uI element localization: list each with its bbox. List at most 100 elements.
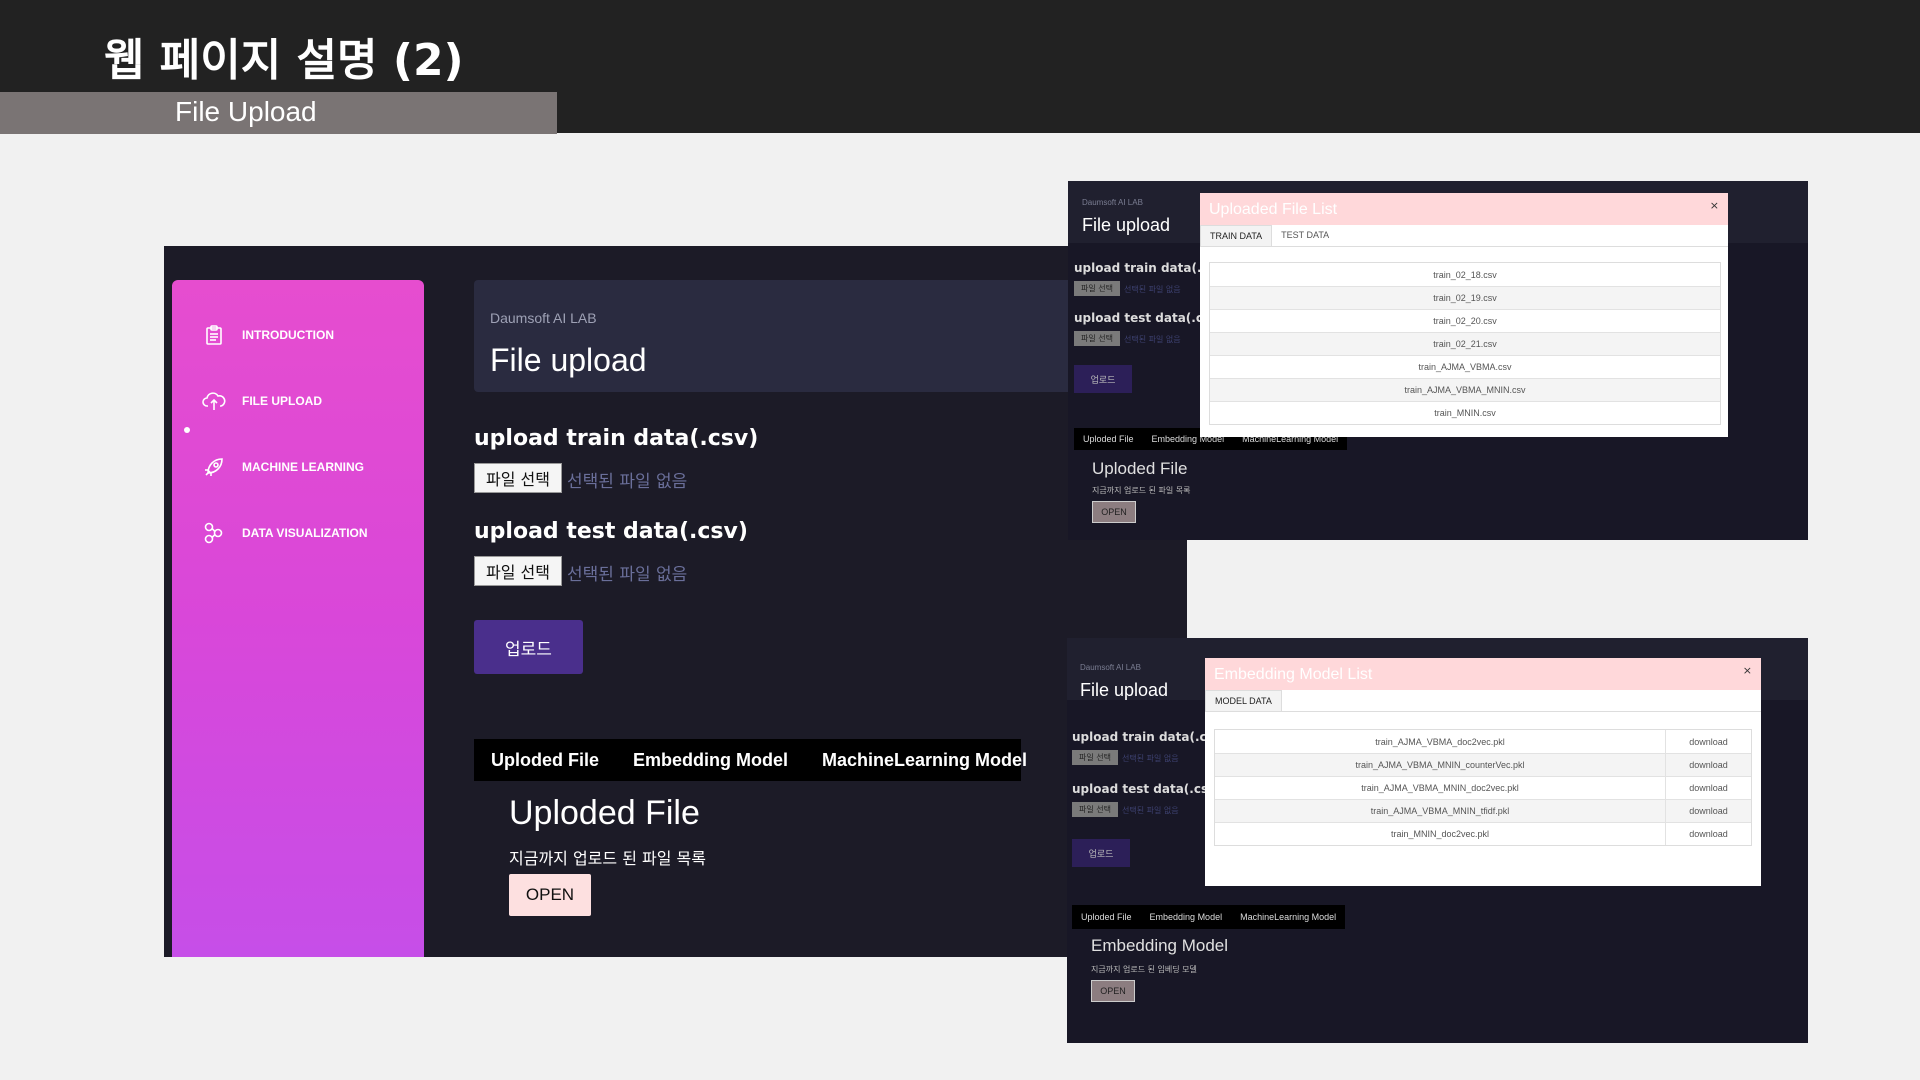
model-name: train_AJMA_VBMA_MNIN_tfidf.pkl xyxy=(1370,806,1510,816)
train-choose-file-button[interactable]: 파일 선택 xyxy=(474,463,562,493)
table-row[interactable]: train_02_21.csv xyxy=(1210,332,1720,355)
main-screenshot: INTRODUCTION FILE UPLOAD MACHINE LEARNIN… xyxy=(164,246,1187,957)
tab-machinelearning-model[interactable]: MachineLearning Model xyxy=(1231,912,1345,922)
test-upload-label: upload test data(.csv) xyxy=(474,519,748,544)
download-link[interactable]: download xyxy=(1665,730,1751,753)
file-name: train_AJMA_VBMA_MNIN.csv xyxy=(1404,385,1526,395)
brand-text: Daumsoft AI LAB xyxy=(1080,663,1141,672)
file-name: train_MNIN.csv xyxy=(1434,408,1496,418)
file-name: train_02_18.csv xyxy=(1433,269,1497,280)
active-indicator-dot xyxy=(184,427,190,433)
table-row: train_MNIN_doc2vec.pkl download xyxy=(1215,822,1751,845)
tabs-bar: Uploded File Embedding Model MachineLear… xyxy=(474,739,1027,781)
test-choose-file-button[interactable]: 파일 선택 xyxy=(1074,331,1120,346)
close-icon[interactable]: × xyxy=(1710,199,1719,212)
tab-test-data[interactable]: TEST DATA xyxy=(1272,225,1338,246)
train-upload-label: upload train data(.csv) xyxy=(474,426,759,451)
train-no-file-text: 선택된 파일 없음 xyxy=(1124,285,1181,294)
sidebar-item-label: MACHINE LEARNING xyxy=(242,460,364,474)
tab-uploaded-file[interactable]: Uploded File xyxy=(474,750,616,771)
section-title: Uploded File xyxy=(509,794,700,832)
upload-button[interactable]: 업로드 xyxy=(1072,839,1130,867)
open-button[interactable]: OPEN xyxy=(1092,501,1136,523)
upload-button[interactable]: 업로드 xyxy=(1074,365,1132,393)
page-title: File upload xyxy=(490,342,647,378)
tab-machinelearning-model[interactable]: MachineLearning Model xyxy=(805,750,1044,771)
cloud-upload-icon xyxy=(202,389,226,413)
sidebar-item-label: FILE UPLOAD xyxy=(242,394,322,408)
model-name: train_AJMA_VBMA_MNIN_counterVec.pkl xyxy=(1355,760,1525,770)
table-row[interactable]: train_MNIN.csv xyxy=(1210,401,1720,424)
table-row: train_AJMA_VBMA_MNIN_tfidf.pkl download xyxy=(1215,799,1751,822)
tabs-bar: Uploded File Embedding Model MachineLear… xyxy=(1072,905,1346,929)
embedding-model-list-modal: Embedding Model List × MODEL DATA train_… xyxy=(1205,658,1761,886)
table-row[interactable]: train_02_20.csv xyxy=(1210,309,1720,332)
table-row[interactable]: train_02_18.csv xyxy=(1210,263,1720,286)
train-upload-label: upload train data(.csv xyxy=(1072,730,1222,744)
test-upload-label: upload test data(.csv xyxy=(1072,782,1216,796)
modal-tabs: MODEL DATA xyxy=(1205,690,1761,712)
sidebar-item-label: DATA VISUALIZATION xyxy=(242,526,368,540)
uploaded-file-list-screenshot: Daumsoft AI LAB File upload upload train… xyxy=(1068,181,1808,540)
sidebar: INTRODUCTION FILE UPLOAD MACHINE LEARNIN… xyxy=(172,280,424,957)
train-choose-file-button[interactable]: 파일 선택 xyxy=(1072,750,1118,765)
test-no-file-text: 선택된 파일 없음 xyxy=(567,565,688,585)
sidebar-item-machine-learning[interactable]: MACHINE LEARNING xyxy=(202,452,364,482)
upload-button[interactable]: 업로드 xyxy=(474,620,583,674)
section-description: 지금까지 업로드 된 파일 목록 xyxy=(509,849,706,868)
test-no-file-text: 선택된 파일 없음 xyxy=(1124,335,1181,344)
table-row: train_AJMA_VBMA_MNIN_doc2vec.pkl download xyxy=(1215,776,1751,799)
sidebar-item-introduction[interactable]: INTRODUCTION xyxy=(202,320,334,350)
section-title: Embedding Model xyxy=(1091,936,1229,955)
tab-model-data[interactable]: MODEL DATA xyxy=(1205,690,1282,711)
open-button[interactable]: OPEN xyxy=(1091,980,1135,1002)
molecule-icon xyxy=(202,521,226,545)
close-icon[interactable]: × xyxy=(1743,664,1752,677)
modal-tabs: TRAIN DATA TEST DATA xyxy=(1200,225,1728,247)
model-list-table: train_AJMA_VBMA_doc2vec.pkl download trai… xyxy=(1214,729,1752,846)
modal-title: Embedding Model List xyxy=(1214,666,1373,683)
tab-train-data[interactable]: TRAIN DATA xyxy=(1200,225,1273,246)
brand-text: Daumsoft AI LAB xyxy=(1082,198,1143,207)
sidebar-item-data-visualization[interactable]: DATA VISUALIZATION xyxy=(202,518,368,548)
test-upload-label: upload test data(.csv xyxy=(1074,311,1218,325)
model-name: train_MNIN_doc2vec.pkl xyxy=(1390,829,1490,839)
tab-embedding-model[interactable]: Embedding Model xyxy=(616,750,805,771)
rocket-icon xyxy=(202,455,226,479)
file-list-table: train_02_18.csv train_02_19.csv train_02… xyxy=(1209,262,1721,425)
download-link[interactable]: download xyxy=(1665,754,1751,776)
uploaded-file-list-modal: Uploaded File List × TRAIN DATA TEST DAT… xyxy=(1200,193,1728,437)
file-name: train_02_19.csv xyxy=(1433,293,1497,303)
table-row: train_AJMA_VBMA_MNIN_counterVec.pkl downl… xyxy=(1215,753,1751,776)
page-title: File upload xyxy=(1080,680,1169,700)
test-choose-file-button[interactable]: 파일 선택 xyxy=(1072,802,1118,817)
test-choose-file-button[interactable]: 파일 선택 xyxy=(474,556,562,586)
open-button[interactable]: OPEN xyxy=(509,874,591,916)
tab-uploaded-file[interactable]: Uploded File xyxy=(1072,912,1141,922)
tab-embedding-model[interactable]: Embedding Model xyxy=(1141,912,1232,922)
table-row[interactable]: train_02_19.csv xyxy=(1210,286,1720,309)
train-no-file-text: 선택된 파일 없음 xyxy=(567,472,688,492)
download-link[interactable]: download xyxy=(1665,823,1751,845)
model-name: train_AJMA_VBMA_doc2vec.pkl xyxy=(1375,736,1505,747)
sidebar-item-file-upload[interactable]: FILE UPLOAD xyxy=(202,386,322,416)
download-link[interactable]: download xyxy=(1665,800,1751,822)
slide-title: 웹 페이지 설명 (2) xyxy=(104,35,464,86)
table-row: train_AJMA_VBMA_doc2vec.pkl download xyxy=(1215,730,1751,753)
file-name: train_AJMA_VBMA.csv xyxy=(1418,362,1512,372)
model-name: train_AJMA_VBMA_MNIN_doc2vec.pkl xyxy=(1361,783,1519,793)
table-row[interactable]: train_AJMA_VBMA_MNIN.csv xyxy=(1210,378,1720,401)
brand-text: Daumsoft AI LAB xyxy=(490,310,597,326)
section-title: Uploded File xyxy=(1092,459,1188,478)
table-row[interactable]: train_AJMA_VBMA.csv xyxy=(1210,355,1720,378)
train-no-file-text: 선택된 파일 없음 xyxy=(1122,754,1179,763)
section-description: 지금까지 업로드 된 임베딩 모델 xyxy=(1091,965,1197,974)
file-name: train_02_21.csv xyxy=(1433,339,1497,349)
page-title: File upload xyxy=(1082,215,1171,235)
download-link[interactable]: download xyxy=(1665,777,1751,799)
file-name: train_02_20.csv xyxy=(1433,316,1497,326)
tab-uploaded-file[interactable]: Uploded File xyxy=(1074,434,1143,444)
test-no-file-text: 선택된 파일 없음 xyxy=(1122,806,1179,815)
clipboard-icon xyxy=(202,323,226,347)
train-choose-file-button[interactable]: 파일 선택 xyxy=(1074,281,1120,296)
